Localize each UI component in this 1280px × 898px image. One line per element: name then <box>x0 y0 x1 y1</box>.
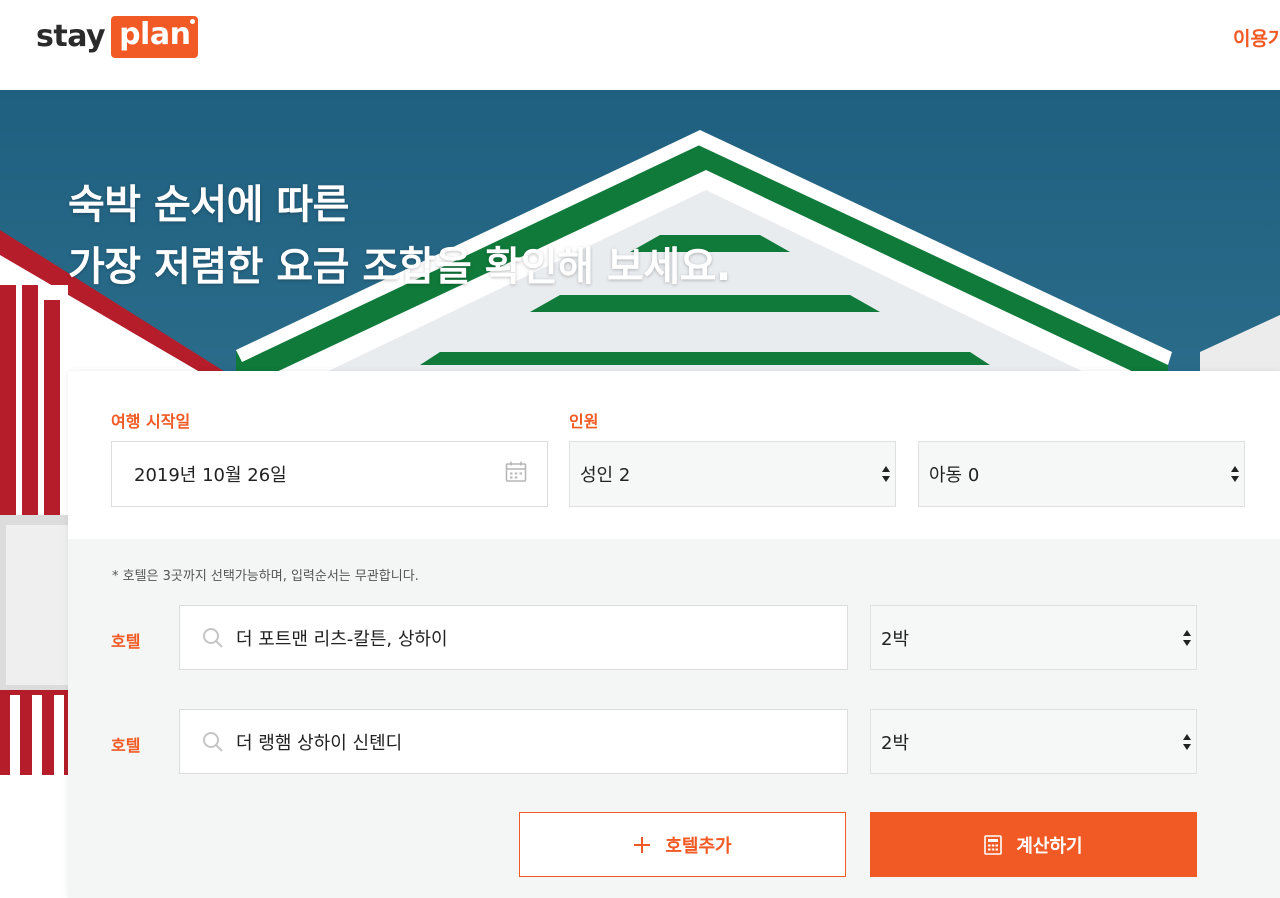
search-icon <box>203 627 223 648</box>
children-value: 아동 0 <box>929 465 980 486</box>
nav-guide-link[interactable]: 이용가 <box>1233 24 1280 51</box>
search-icon <box>203 731 223 752</box>
header: stay plan 이용가 <box>0 0 1280 90</box>
nights-value-2: 2박 <box>881 732 910 754</box>
hero-title-line-2: 가장 저렴한 요금 조합을 확인해 보세요. <box>68 244 731 290</box>
hotel-label-1: 호텔 <box>111 632 141 651</box>
guests-label: 인원 <box>569 412 599 431</box>
hotel-name-2: 더 랭햄 상하이 신톈디 <box>236 732 403 754</box>
plus-icon <box>633 836 651 854</box>
logo[interactable]: stay plan <box>36 16 199 58</box>
hero-title: 숙박 순서에 따른 가장 저렴한 요금 조합을 확인해 보세요. <box>68 174 731 298</box>
hotel-name-1: 더 포트맨 리츠-칼튼, 상하이 <box>236 628 448 650</box>
nights-value-1: 2박 <box>881 628 910 650</box>
updown-arrow-icon <box>1182 628 1192 648</box>
updown-arrow-icon <box>881 464 891 484</box>
start-date-field[interactable]: 2019년 10월 26일 <box>111 441 548 507</box>
logo-plan-badge: plan <box>111 16 199 58</box>
hotel-note: * 호텔은 3곳까지 선택가능하며, 입력순서는 무관합니다. <box>112 569 419 584</box>
hotel-search-input-1[interactable]: 더 포트맨 리츠-칼튼, 상하이 <box>179 605 848 670</box>
add-hotel-button[interactable]: 호텔추가 <box>519 812 846 877</box>
nights-select-2[interactable]: 2박 <box>870 709 1197 774</box>
updown-arrow-icon <box>1230 464 1240 484</box>
hero-title-line-1: 숙박 순서에 따른 <box>68 182 349 228</box>
logo-stay-text: stay <box>36 18 106 54</box>
start-date-value: 2019년 10월 26일 <box>134 465 287 486</box>
children-select[interactable]: 아동 0 <box>918 441 1245 507</box>
add-hotel-label: 호텔추가 <box>665 835 732 857</box>
adults-value: 성인 2 <box>580 465 631 486</box>
adults-select[interactable]: 성인 2 <box>569 441 896 507</box>
hotel-label-2: 호텔 <box>111 736 141 755</box>
hotel-search-input-2[interactable]: 더 랭햄 상하이 신톈디 <box>179 709 848 774</box>
calculate-label: 계산하기 <box>1016 835 1083 857</box>
calculator-icon <box>984 834 1003 855</box>
start-date-label: 여행 시작일 <box>111 412 191 431</box>
updown-arrow-icon <box>1182 732 1192 752</box>
calendar-icon[interactable] <box>505 461 527 488</box>
nights-select-1[interactable]: 2박 <box>870 605 1197 670</box>
calculate-button[interactable]: 계산하기 <box>870 812 1197 877</box>
search-panel: 여행 시작일 2019년 10월 26일 인원 성인 2 아동 0 * 호텔은 … <box>68 371 1280 898</box>
